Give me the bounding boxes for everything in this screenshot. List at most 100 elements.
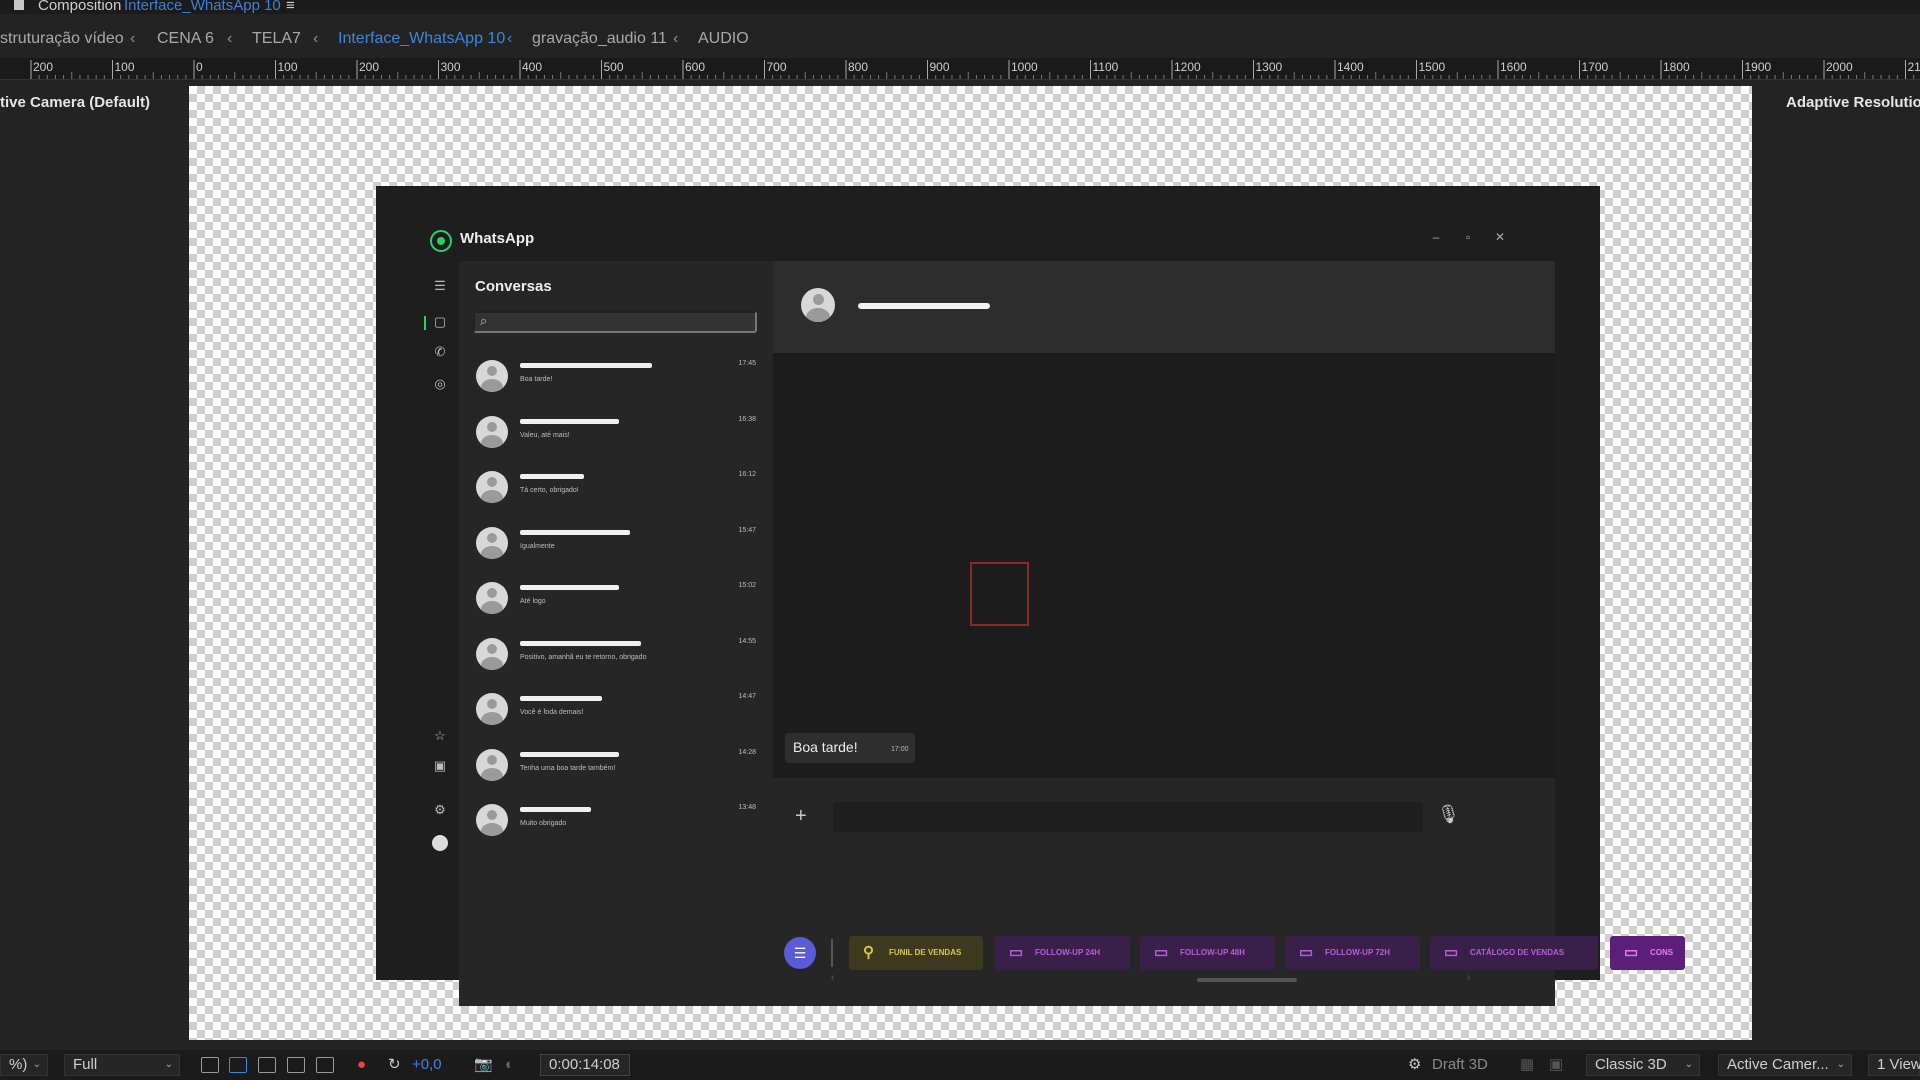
- breadcrumb-item-active[interactable]: Interface_WhatsApp 10: [338, 26, 505, 52]
- whatsapp-logo-icon: [430, 230, 452, 252]
- timecode-display[interactable]: 0:00:14:08: [540, 1054, 630, 1076]
- ruler-label: 800: [848, 60, 868, 74]
- draft-3d-icon[interactable]: ⚙: [1408, 1050, 1421, 1080]
- minimize-icon[interactable]: –: [1428, 230, 1444, 244]
- avatar: [476, 693, 508, 725]
- color-channels-icon[interactable]: ●: [357, 1050, 366, 1080]
- breadcrumb-item[interactable]: TELA7: [252, 26, 301, 52]
- breadcrumb-item[interactable]: struturação vídeo: [0, 26, 124, 52]
- contact-name-placeholder: [520, 641, 641, 646]
- chat-icon: ▭: [1624, 944, 1639, 961]
- breadcrumb-item[interactable]: gravação_audio 11: [532, 26, 667, 52]
- filter-button[interactable]: ☰: [784, 937, 816, 969]
- selection-box: [970, 562, 1029, 626]
- avatar: [476, 360, 508, 392]
- tag-label: FOLLOW-UP 48H: [1180, 948, 1246, 957]
- ruler-label: 400: [522, 60, 542, 74]
- list-item[interactable]: Tenha uma boa tarde também! 14:28: [474, 745, 760, 797]
- region-of-interest-icon[interactable]: [287, 1057, 305, 1073]
- tag-follow-up-24h[interactable]: ▭ FOLLOW-UP 24H: [995, 936, 1130, 970]
- ruler-label: 100: [278, 60, 298, 74]
- phone-icon[interactable]: ✆: [432, 344, 448, 360]
- scroll-left-icon[interactable]: ‹: [831, 972, 834, 983]
- ruler-label: 1300: [1256, 60, 1283, 74]
- views-select[interactable]: 1 View: [1868, 1054, 1920, 1076]
- breadcrumb-item[interactable]: AUDIO: [698, 26, 749, 52]
- resolution-value: Full: [73, 1056, 98, 1073]
- fast-preview-icon[interactable]: [201, 1057, 219, 1073]
- camera-select[interactable]: Active Camer... ⌄: [1718, 1054, 1852, 1076]
- renderer-select[interactable]: Classic 3D ⌄: [1586, 1054, 1700, 1076]
- contact-name-placeholder: [520, 530, 630, 535]
- tag-follow-up-72h[interactable]: ▭ FOLLOW-UP 72H: [1285, 936, 1420, 970]
- status-icon[interactable]: ◎: [432, 376, 448, 392]
- panel-menu-icon[interactable]: ≡: [286, 0, 295, 13]
- gear-icon[interactable]: ⚙: [432, 802, 448, 818]
- ruler-label: 700: [767, 60, 787, 74]
- draft-3d-label[interactable]: Draft 3D: [1432, 1050, 1488, 1080]
- active-indicator: [424, 316, 426, 330]
- profile-avatar[interactable]: [432, 835, 448, 851]
- message-time: 15:02: [738, 582, 756, 589]
- microphone-icon[interactable]: 🎙: [1437, 804, 1460, 825]
- tag-catalogo-de-vendas[interactable]: ▭ CATÁLOGO DE VENDAS: [1430, 936, 1598, 970]
- ruler-label: 1000: [1011, 60, 1038, 74]
- scroll-right-icon[interactable]: ›: [1467, 972, 1470, 983]
- list-item[interactable]: Valeu, até mais! 16:38: [474, 412, 760, 464]
- list-item[interactable]: Muito obrigado 13:48: [474, 800, 760, 852]
- tag-cons[interactable]: ▭ CONS: [1610, 936, 1685, 970]
- list-item[interactable]: Igualmente 15:47: [474, 523, 760, 575]
- chevron-left-icon: ‹: [130, 30, 136, 47]
- ruler-label: 2000: [1826, 60, 1853, 74]
- tags-scrollbar[interactable]: [1197, 978, 1297, 982]
- tag-funil-de-vendas[interactable]: ⚲ FUNIL DE VENDAS: [849, 936, 983, 970]
- message-time: 16:12: [738, 471, 756, 478]
- breadcrumb: struturação vídeo ‹ CENA 6 ‹ TELA7 ‹ Int…: [0, 26, 1920, 52]
- search-input[interactable]: [473, 311, 757, 333]
- archive-icon[interactable]: ▣: [432, 758, 448, 774]
- ruler-label: 1700: [1582, 60, 1609, 74]
- horizontal-ruler[interactable]: 200 100 0 100 200 300 400 500 600 700 800 900 1000 11…: [0, 58, 1920, 80]
- composition-icon: [14, 0, 24, 10]
- message-preview: Muito obrigado: [520, 820, 567, 827]
- chat-contact-avatar[interactable]: [801, 288, 835, 322]
- message-input[interactable]: [833, 802, 1423, 832]
- exposure-value[interactable]: +0,0: [412, 1050, 442, 1080]
- maximize-icon[interactable]: ▫: [1460, 230, 1476, 244]
- chats-icon[interactable]: ▢: [432, 314, 448, 330]
- zoom-select[interactable]: %) ⌄: [0, 1054, 48, 1076]
- camera-snapshot-icon[interactable]: 📷: [474, 1050, 493, 1080]
- ruler-label: 1600: [1500, 60, 1527, 74]
- list-item[interactable]: Positivo, amanhã eu te retorno, obrigado…: [474, 634, 760, 686]
- menu-icon[interactable]: ☰: [432, 278, 448, 294]
- composition-name[interactable]: Interface_WhatsApp 10: [124, 0, 281, 13]
- star-icon[interactable]: ☆: [432, 728, 448, 744]
- message-preview: Tá certo, obrigado!: [520, 487, 579, 494]
- chevron-down-icon: ⌄: [164, 1059, 173, 1070]
- avatar: [476, 804, 508, 836]
- composition-panel-header: Composition Interface_WhatsApp 10 ≡: [0, 0, 1920, 14]
- chat-icon: ▭: [1154, 944, 1169, 961]
- show-snapshot-icon[interactable]: ◐: [505, 1050, 514, 1080]
- guides-icon[interactable]: [316, 1057, 334, 1073]
- list-item[interactable]: Tá certo, obrigado! 16:12: [474, 467, 760, 519]
- ruler-label: 200: [359, 60, 379, 74]
- message-preview: Você é foda demais!: [520, 709, 584, 716]
- list-item[interactable]: Boa tarde! 17:45: [474, 356, 760, 408]
- tag-label: CATÁLOGO DE VENDAS: [1470, 948, 1565, 957]
- list-item[interactable]: Até logo 15:02: [474, 578, 760, 630]
- breadcrumb-item[interactable]: CENA 6: [157, 26, 214, 52]
- message-preview: Tenha uma boa tarde também!: [520, 765, 616, 772]
- chat-icon: ▭: [1444, 944, 1459, 961]
- exposure-reset-icon[interactable]: ↻: [388, 1050, 401, 1080]
- mask-path-icon[interactable]: [258, 1057, 276, 1073]
- close-icon[interactable]: ✕: [1492, 230, 1508, 244]
- avatar: [476, 471, 508, 503]
- extended-viewer-icon[interactable]: ▣: [1549, 1050, 1563, 1080]
- resolution-select[interactable]: Full ⌄: [64, 1054, 180, 1076]
- transparency-grid-icon[interactable]: [229, 1057, 247, 1073]
- plus-icon[interactable]: +: [795, 805, 807, 828]
- list-item[interactable]: Você é foda demais! 14:47: [474, 689, 760, 741]
- tag-follow-up-48h[interactable]: ▭ FOLLOW-UP 48H: [1140, 936, 1275, 970]
- 3d-ground-plane-icon[interactable]: ▦: [1520, 1050, 1534, 1080]
